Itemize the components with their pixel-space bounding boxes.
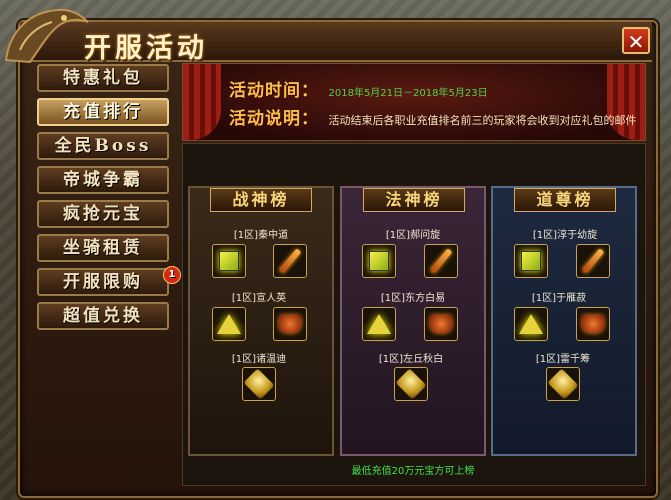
event-desc-value: 活动结束后各职业充值排名前三的玩家将会收到对应礼包的邮件	[328, 114, 637, 127]
mage-ranking-title: 法神榜	[363, 188, 465, 212]
minimum-recharge-note: 最低充值20万元宝方可上榜	[351, 466, 475, 477]
curtain-left	[183, 64, 221, 140]
rank-3-name: [1区]雷千筹	[535, 354, 591, 365]
sidebar-item-value-exchange[interactable]: 超值兑换	[37, 302, 169, 330]
rank-2-name: [1区]于雁菽	[531, 293, 587, 304]
reward-gold-icon[interactable]	[242, 367, 276, 401]
reward-armor-icon[interactable]	[576, 307, 610, 341]
reward-gem-icon[interactable]	[212, 244, 246, 278]
sidebar-item-limited-purchase[interactable]: 开服限购 1	[37, 266, 181, 296]
rank-3-name: [1区]诸温迪	[231, 354, 287, 365]
sidebar-item-special-pack[interactable]: 特惠礼包	[37, 64, 169, 92]
reward-sword-icon[interactable]	[424, 244, 458, 278]
reward-gem-icon[interactable]	[514, 244, 548, 278]
sidebar-item-label: 开服限购	[63, 272, 143, 292]
reward-gold-icon[interactable]	[394, 367, 428, 401]
sidebar-item-ingot-rush[interactable]: 疯抢元宝	[37, 200, 169, 228]
event-info-banner: 活动时间： 2018年5月21日－2018年5月23日 活动说明： 活动结束后各…	[182, 63, 646, 141]
rank-1-name: [1区]淳于幼旋	[532, 230, 598, 241]
taoist-ranking-title: 道尊榜	[514, 188, 616, 212]
close-button[interactable]: ✕	[622, 27, 650, 54]
reward-sword-icon[interactable]	[576, 244, 610, 278]
rank-1-name: [1区]秦中道	[233, 230, 289, 241]
rank-2-name: [1区]东方白易	[380, 293, 446, 304]
reward-gold-icon[interactable]	[546, 367, 580, 401]
notification-badge: 1	[163, 266, 181, 284]
sidebar-item-world-boss[interactable]: 全民Boss	[37, 132, 169, 160]
window-title: 开服活动	[84, 33, 208, 64]
reward-triangle-gem-icon[interactable]	[362, 307, 396, 341]
reward-gem-icon[interactable]	[362, 244, 396, 278]
sidebar: 特惠礼包 充值排行 全民Boss 帝城争霸 疯抢元宝 坐骑租赁 开服限购 1 超…	[32, 64, 181, 336]
dragon-ornament-icon	[4, 8, 89, 64]
reward-armor-icon[interactable]	[273, 307, 307, 341]
event-time-row: 活动时间： 2018年5月21日－2018年5月23日	[229, 76, 488, 101]
sidebar-item-city-siege[interactable]: 帝城争霸	[37, 166, 169, 194]
reward-armor-icon[interactable]	[424, 307, 458, 341]
reward-triangle-gem-icon[interactable]	[212, 307, 246, 341]
sidebar-item-recharge-ranking[interactable]: 充值排行	[37, 98, 169, 126]
event-desc-label: 活动说明：	[229, 109, 319, 129]
sidebar-item-mount-rental[interactable]: 坐骑租赁	[37, 234, 169, 262]
rank-3-name: [1区]左丘秋白	[378, 354, 444, 365]
reward-sword-icon[interactable]	[273, 244, 307, 278]
event-desc-row: 活动说明： 活动结束后各职业充值排名前三的玩家将会收到对应礼包的邮件	[229, 104, 637, 129]
warrior-ranking-title: 战神榜	[210, 188, 312, 212]
rank-1-name: [1区]郝问旋	[385, 230, 441, 241]
event-time-value: 2018年5月21日－2018年5月23日	[328, 88, 488, 99]
reward-triangle-gem-icon[interactable]	[514, 307, 548, 341]
rank-2-name: [1区]宣人英	[231, 293, 287, 304]
event-time-label: 活动时间：	[229, 81, 319, 101]
